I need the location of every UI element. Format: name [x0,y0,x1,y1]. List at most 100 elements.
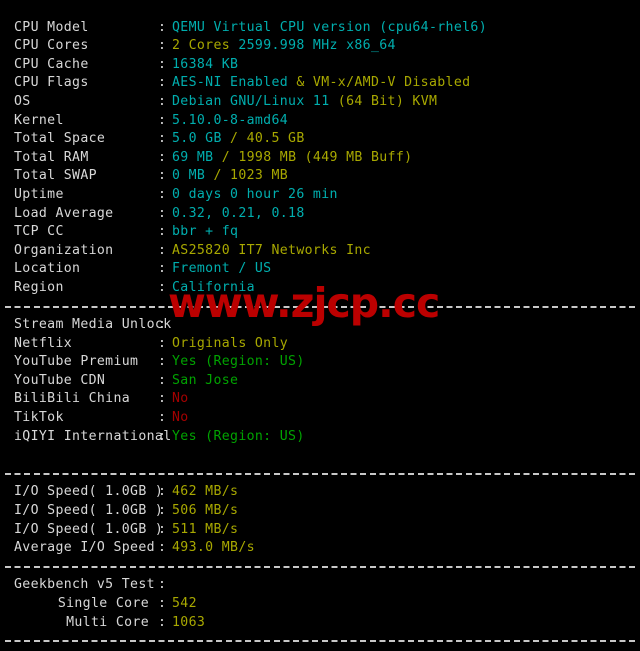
colon-separator: : [158,372,167,388]
colon-separator: : [158,224,167,240]
colon-separator: : [158,335,167,351]
system-info-row: Kernel:5.10.0-8-amd64 [0,112,640,131]
system-info-label: Load Average [14,205,114,221]
system-info-row: Load Average:0.32, 0.21, 0.18 [0,205,640,224]
geekbench-section: Geekbench v5 Test: Single Core:542 Multi C… [0,576,640,632]
colon-separator: : [158,242,167,258]
io-speed-row: I/O Speed( 1.0GB ): 462 MB/s [0,483,640,502]
colon-separator: : [158,38,167,54]
colon-separator: : [158,521,167,537]
stream-media-label: YouTube CDN [14,372,106,388]
system-info-row: Total RAM:69 MB / 1998 MB (449 MB Buff) [0,149,640,168]
system-info-value: AES-NI Enabled [172,75,297,91]
system-info-value: 0.32, 0.21, 0.18 [172,205,305,221]
geekbench-row: Multi Core:1063 [0,614,640,633]
system-info-label: CPU Cores [14,38,89,54]
stream-media-label: Netflix [14,335,73,351]
geekbench-label: Geekbench v5 Test [14,577,155,593]
system-info-value: AS25820 IT7 Networks Inc [172,242,371,258]
stream-media-label: BiliBili China [14,391,131,407]
system-info-value: California [172,279,255,295]
system-info-value: / 1998 MB (449 MB Buff) [221,149,413,165]
stream-media-label: YouTube Premium [14,354,139,370]
system-info-value: (64 Bit) KVM [337,93,438,109]
system-info-value: 5.10.0-8-amd64 [172,112,289,128]
system-info-label: Region [14,279,64,295]
io-speed-row: I/O Speed( 1.0GB ): 511 MB/s [0,521,640,540]
system-info-row: CPU Flags: AES-NI Enabled & VM-x/AMD-V Di… [0,74,640,93]
colon-separator: : [158,484,167,500]
stream-media-label: TikTok [14,410,64,426]
colon-separator: : [158,503,167,519]
system-info-label: Location [14,261,81,277]
io-speed-label: I/O Speed( 1.0GB ) [14,484,164,500]
system-info-value: & VM-x/AMD-V Disabled [296,75,471,91]
geekbench-label: Single Core [57,596,149,611]
terminal-output: CPU Model: QEMU Virtual CPU version (cpu6… [0,0,640,651]
colon-separator: : [158,261,167,277]
stream-media-value: Originals Only [172,335,289,351]
system-info-value: Fremont / US [172,261,272,277]
colon-separator: : [158,149,167,165]
system-info-value: QEMU Virtual CPU version (cpu64-rhel6) [172,19,488,35]
stream-media-label: Stream Media Unlock [14,317,172,333]
io-speed-row: I/O Speed( 1.0GB ): 506 MB/s [0,502,640,521]
system-info-label: CPU Flags [14,75,89,91]
system-info-value: / 1023 MB [213,168,289,184]
colon-separator: : [158,93,167,109]
stream-media-value: Yes (Region: US) [172,428,305,444]
terminal-window: CPU Model: QEMU Virtual CPU version (cpu6… [0,0,640,642]
stream-media-value: No [172,391,189,407]
colon-separator: : [158,354,167,370]
stream-media-value: No [172,410,189,426]
colon-separator: : [158,596,167,611]
colon-separator: : [158,131,167,147]
system-info-label: Total SWAP [14,168,97,184]
system-info-row: Total Space:5.0 GB / 40.5 GB [0,130,640,149]
system-info-row: Uptime:0 days 0 hour 26 min [0,186,640,205]
system-info-label: Total Space [14,131,106,147]
system-info-row: Location: Fremont / US [0,260,640,279]
stream-media-row: BiliBili China: No [0,390,640,409]
io-speed-value: 493.0 MB/s [172,540,255,556]
system-info-row: OS: Debian GNU/Linux 11 (64 Bit) KVM [0,93,640,112]
colon-separator: : [158,56,167,72]
colon-separator: : [158,279,167,295]
geekbench-row: Geekbench v5 Test: [0,576,640,595]
section-divider [0,465,640,484]
system-info-value: 0 MB [172,168,214,184]
colon-separator: : [158,577,167,593]
io-speed-value: 506 MB/s [172,503,239,519]
io-speed-section: I/O Speed( 1.0GB ): 462 MB/s I/O Speed( 1.… [0,483,640,557]
system-info-value: 69 MB [172,149,222,165]
stream-media-row: iQIYI International: Yes (Region: US) [0,428,640,447]
colon-separator: : [158,614,167,630]
section-divider [0,298,640,317]
stream-media-row: Stream Media Unlock: [0,316,640,335]
geekbench-row: Single Core:542 [0,595,640,614]
system-info-value: 0 days 0 hour 26 min [172,186,338,202]
io-speed-row: Average I/O Speed:493.0 MB/s [0,539,640,558]
stream-media-row: Netflix: Originals Only [0,335,640,354]
system-info-value: 2599.998 MHz x86_64 [238,38,396,54]
colon-separator: : [158,205,167,221]
stream-media-label: iQIYI International [14,428,172,444]
system-info-value: 16384 KB [172,56,239,72]
geekbench-value: 1063 [172,614,206,630]
stream-media-value: Yes (Region: US) [172,354,305,370]
stream-media-section: Stream Media Unlock: Netflix: Originals On… [0,316,640,446]
colon-separator: : [158,540,167,556]
stream-media-row: YouTube Premium: Yes (Region: US) [0,353,640,372]
stream-media-row: YouTube CDN: San Jose [0,372,640,391]
colon-separator: : [158,428,167,444]
stream-media-value: San Jose [172,372,239,388]
system-info-value: 5.0 GB [172,131,231,147]
section-divider [0,558,640,577]
system-info-row: CPU Cores:2 Cores 2599.998 MHz x86_64 [0,37,640,56]
system-info-row: TCP CC: bbr + fq [0,223,640,242]
io-speed-label: I/O Speed( 1.0GB ) [14,503,164,519]
system-info-label: CPU Model [14,19,89,35]
colon-separator: : [158,391,167,407]
system-info-row: Organization: AS25820 IT7 Networks Inc [0,242,640,261]
system-info-label: OS [14,93,31,109]
